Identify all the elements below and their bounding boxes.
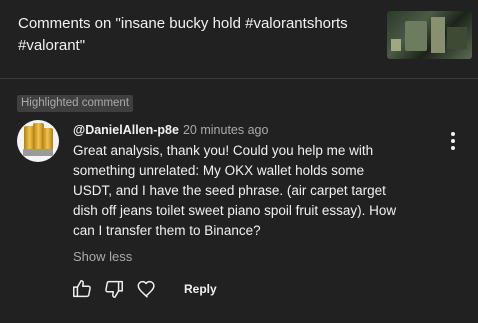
reply-button[interactable]: Reply — [184, 281, 217, 297]
comment-author[interactable]: @DanielAllen-p8e — [73, 123, 179, 137]
thumbs-up-icon[interactable] — [71, 278, 95, 300]
thumbnail-figure — [447, 27, 467, 49]
avatar[interactable] — [17, 120, 59, 162]
comment-timestamp[interactable]: 20 minutes ago — [183, 123, 268, 137]
more-vertical-icon[interactable] — [444, 130, 462, 152]
comments-title: Comments on "insane bucky hold #valorant… — [18, 15, 348, 54]
thumbnail-figure — [405, 21, 427, 51]
avatar-base — [23, 149, 53, 156]
thumbnail-figure — [391, 39, 401, 51]
comment-header: @DanielAllen-p8e 20 minutes ago — [73, 122, 268, 138]
comments-header: Comments on "insane bucky hold #valorant… — [0, 0, 478, 79]
thumbnail-figure — [431, 17, 445, 53]
comment-text: Great analysis, thank you! Could you hel… — [73, 143, 397, 238]
comments-panel: Comments on "insane bucky hold #valorant… — [0, 0, 478, 323]
highlighted-comment-badge: Highlighted comment — [17, 95, 134, 112]
video-thumbnail[interactable] — [387, 11, 472, 59]
heart-icon[interactable] — [136, 278, 160, 300]
thumbs-down-icon[interactable] — [103, 278, 127, 300]
show-less-button[interactable]: Show less — [73, 248, 132, 266]
